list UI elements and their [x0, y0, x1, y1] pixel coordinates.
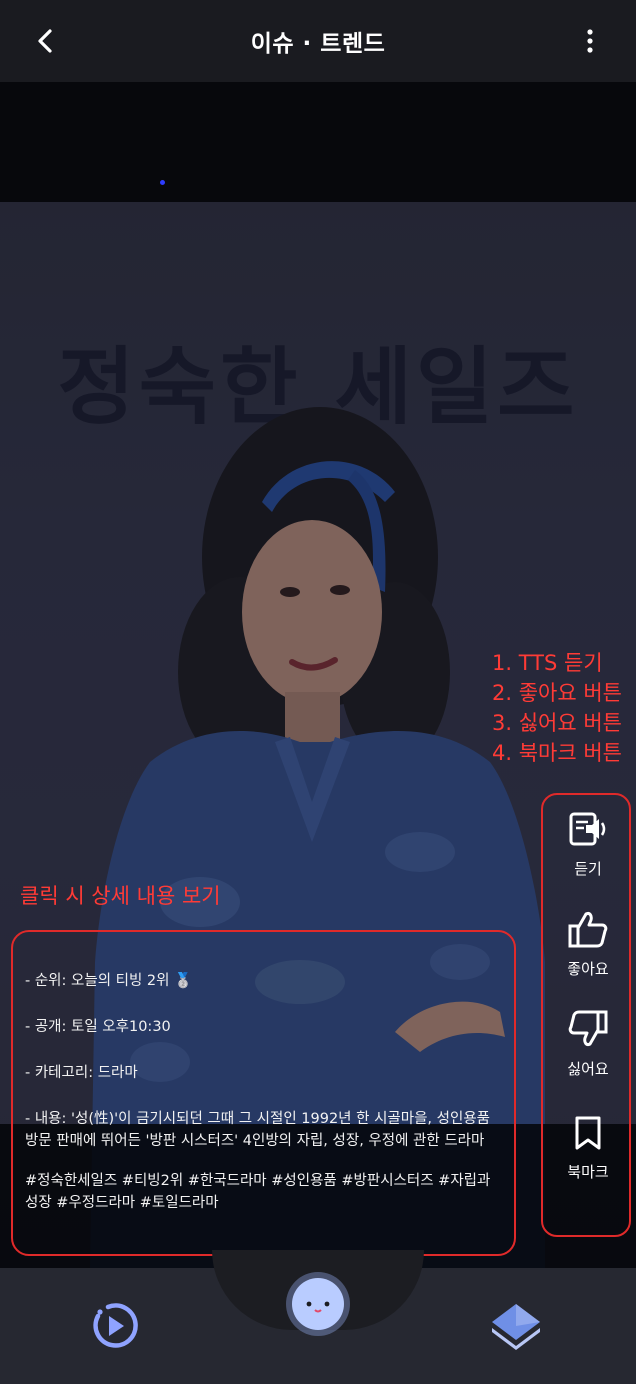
like-button[interactable]: 좋아요 — [543, 899, 633, 989]
bookmark-button[interactable]: 북마크 — [543, 1103, 633, 1193]
rank-text: - 순위: 오늘의 티빙 2위 🥈 — [25, 973, 193, 989]
like-label: 좋아요 — [567, 959, 609, 978]
feature-annotation-list: 1. TTS 듣기 2. 좋아요 버튼 3. 싫어요 버튼 4. 북마크 버튼 — [492, 648, 622, 768]
character-face-icon[interactable] — [284, 1270, 352, 1338]
category-text: - 카테고리: 드라마 — [25, 1065, 138, 1081]
app-header: 이슈 · 트렌드 — [0, 0, 636, 82]
hashtags-text: #정숙한세일즈 #티빙2위 #한국드라마 #성인용품 #방판시스터즈 #자립과성… — [25, 1173, 491, 1211]
bookmark-icon — [573, 1115, 603, 1155]
description-panel[interactable]: - 순위: 오늘의 티빙 2위 🥈 - 공개: 토일 오후10:30 - 카테고… — [11, 930, 516, 1256]
more-vertical-icon[interactable] — [574, 25, 606, 57]
annotation-item: 3. 싫어요 버튼 — [492, 711, 622, 735]
dislike-label: 싫어요 — [567, 1059, 609, 1078]
layers-cube-icon[interactable] — [486, 1296, 546, 1356]
tts-listen-button[interactable]: 듣기 — [543, 799, 633, 889]
annotation-item: 4. 북마크 버튼 — [492, 741, 622, 765]
video-area[interactable] — [0, 82, 636, 202]
annotation-item: 1. TTS 듣기 — [492, 651, 603, 675]
tts-listen-label: 듣기 — [574, 859, 602, 878]
tts-speaker-icon — [568, 810, 608, 852]
dislike-button[interactable]: 싫어요 — [543, 999, 633, 1089]
page-title: 이슈 · 트렌드 — [250, 31, 386, 57]
back-arrow-icon[interactable] — [30, 25, 62, 57]
bookmark-label: 북마크 — [567, 1162, 609, 1181]
bottom-navigation — [0, 1250, 636, 1384]
thumbs-up-icon — [568, 910, 608, 952]
release-text: - 공개: 토일 오후10:30 — [25, 1019, 171, 1035]
action-button-group: 듣기 좋아요 싫어요 북마크 — [541, 793, 631, 1237]
video-indicator-dot — [160, 180, 165, 185]
annotation-item: 2. 좋아요 버튼 — [492, 681, 622, 705]
thumbs-down-icon — [568, 1010, 608, 1052]
click-hint-annotation: 클릭 시 상세 내용 보기 — [20, 884, 221, 908]
content-text: - 내용: '성(性)'이 금기시되던 그때 그 시절인 1992년 한 시골마… — [25, 1111, 491, 1149]
replay-play-icon[interactable] — [86, 1298, 142, 1354]
